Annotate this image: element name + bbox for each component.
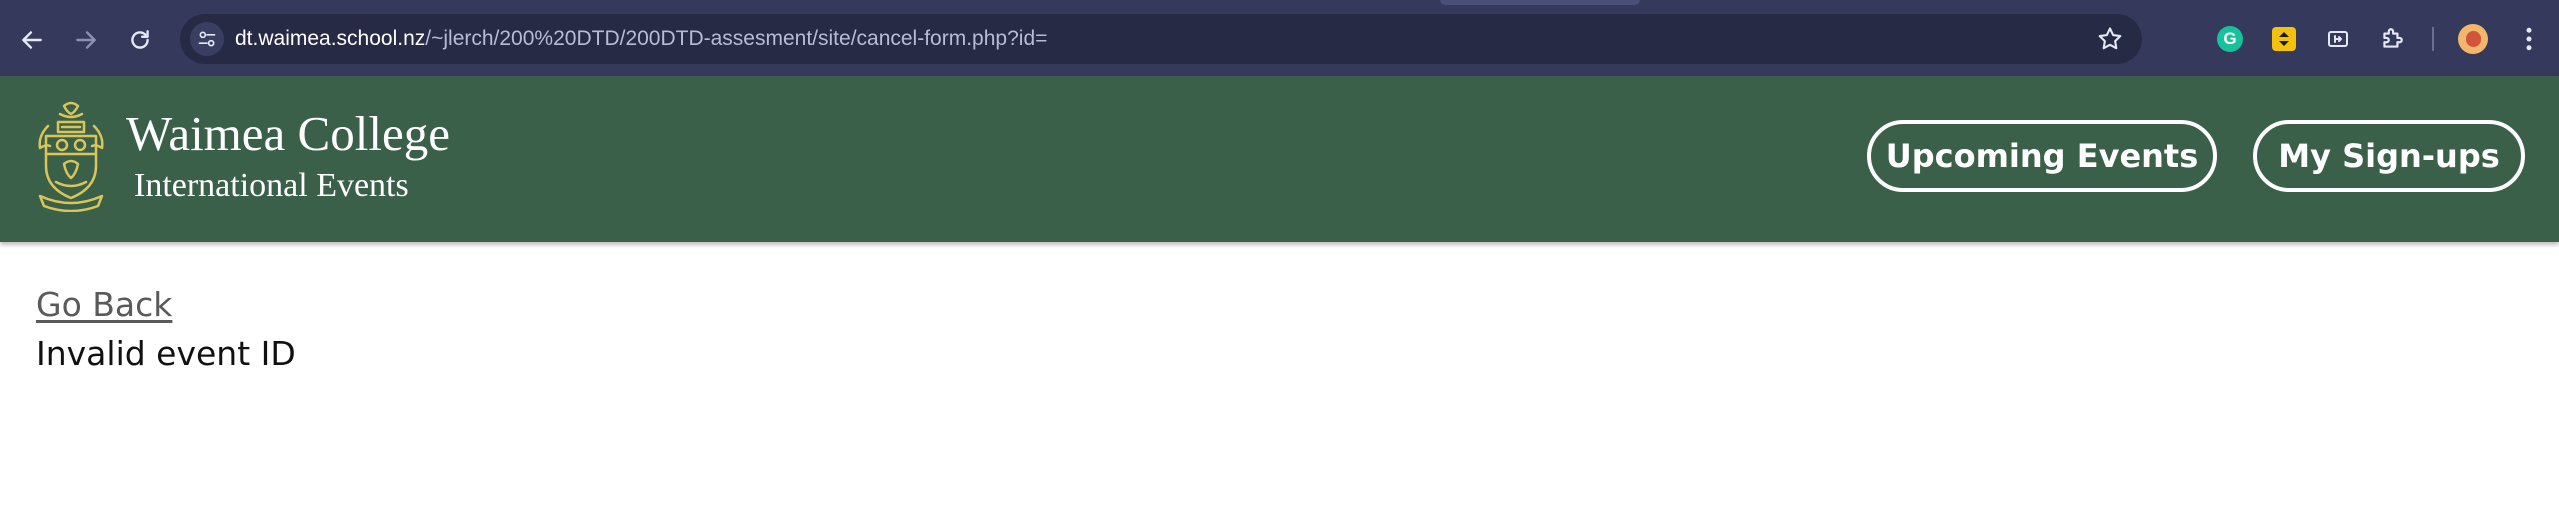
address-bar[interactable]: dt.waimea.school.nz/~jlerch/200%20DTD/20… [180,14,2142,64]
site-title: Waimea College [126,106,450,161]
puzzle-icon [2383,28,2403,48]
toolbar-divider [2432,27,2434,51]
reload-button[interactable] [120,20,160,60]
reload-icon [131,30,149,49]
yellow-extension-icon [2272,27,2296,51]
error-message: Invalid event ID [36,334,296,373]
my-signups-button[interactable]: My Sign-ups [2253,120,2525,192]
back-button[interactable] [12,20,52,60]
yellow-extension-button[interactable] [2269,24,2299,54]
arrow-left-icon [22,31,42,49]
upcoming-events-button[interactable]: Upcoming Events [1867,120,2217,192]
site-header: Waimea College International Events Upco… [0,76,2559,242]
media-extension-icon [2328,31,2348,47]
profile-avatar[interactable] [2458,24,2488,54]
grammarly-extension-button[interactable]: G [2215,24,2245,54]
site-subtitle: International Events [134,167,409,204]
site-info-button[interactable] [190,22,224,56]
tune-icon [198,31,216,47]
tab-strip-edge [1440,0,1640,5]
star-icon[interactable] [2096,25,2124,53]
url-path: /~jlerch/200%20DTD/200DTD-assesment/site… [425,27,1048,50]
go-back-link[interactable]: Go Back [36,285,172,325]
grammarly-icon: G [2217,26,2243,52]
url-text[interactable]: dt.waimea.school.nz/~jlerch/200%20DTD/20… [235,26,1047,52]
url-host: dt.waimea.school.nz [235,27,426,50]
browser-toolbar: dt.waimea.school.nz/~jlerch/200%20DTD/20… [0,0,2559,76]
forward-button[interactable] [66,20,106,60]
kebab-menu-icon[interactable] [2514,24,2544,54]
extensions-button[interactable] [2377,24,2407,54]
arrow-right-icon [76,31,96,49]
media-extension-button[interactable] [2323,24,2353,54]
school-crest-logo[interactable] [34,100,108,212]
